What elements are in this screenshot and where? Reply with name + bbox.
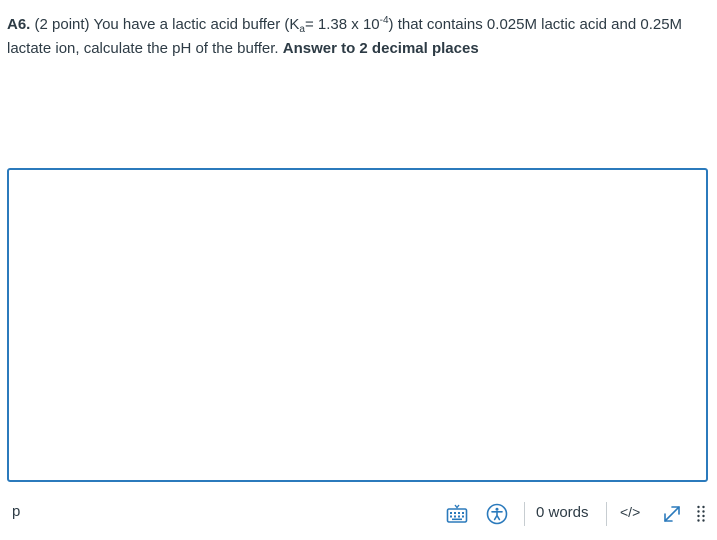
expand-icon[interactable] [660,503,684,525]
editor-statusbar: p 0 words </> [0,497,717,531]
keyboard-icon[interactable] [446,503,468,525]
question-points: (2 point) [34,16,90,33]
statusbar-divider [524,502,525,526]
html-editor-toggle[interactable]: </> [620,504,640,520]
exponent: -4 [379,15,389,26]
answer-instruction: Answer to 2 decimal places [282,40,479,57]
question-text: A6. (2 point) You have a lactic acid buf… [7,13,707,61]
statusbar-divider [606,502,607,526]
question-number: A6. [7,16,31,33]
word-count[interactable]: 0 words [536,504,589,521]
question-body-2: = 1.38 x 10 [304,16,380,33]
question-body-1: You have a lactic acid buffer (K [93,16,300,33]
drag-handle-icon[interactable] [695,503,707,525]
element-path[interactable]: p [12,503,20,520]
answer-editor[interactable] [7,168,708,482]
accessibility-icon[interactable] [486,503,508,525]
